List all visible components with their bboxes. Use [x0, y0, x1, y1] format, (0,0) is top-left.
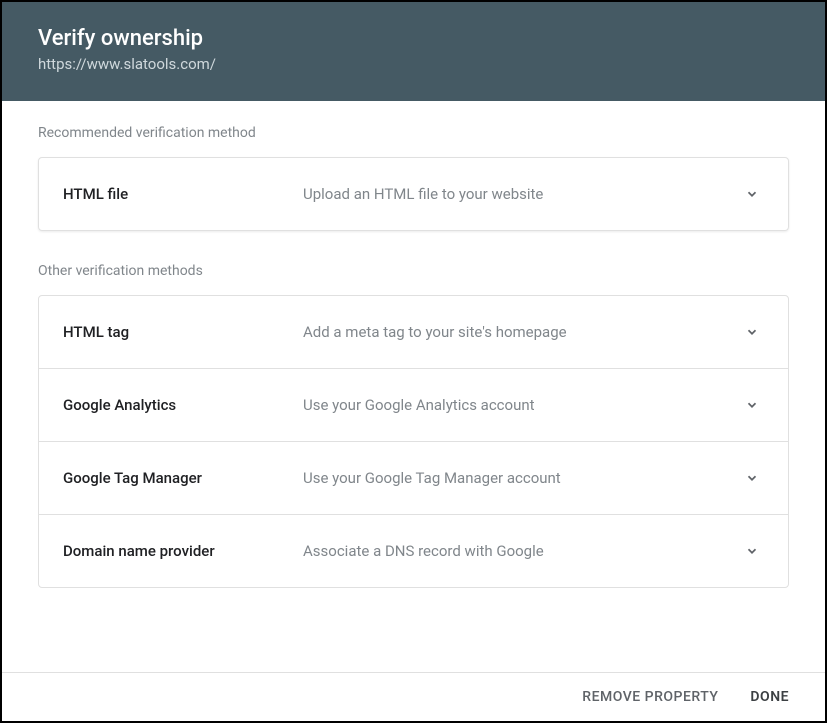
dialog-header: Verify ownership https://www.slatools.co… [2, 2, 825, 101]
other-methods-panel: HTML tag Add a meta tag to your site's h… [38, 295, 789, 588]
method-html-file[interactable]: HTML file Upload an HTML file to your we… [39, 158, 788, 230]
recommended-panel: HTML file Upload an HTML file to your we… [38, 157, 789, 231]
other-section-label: Other verification methods [38, 263, 789, 279]
method-title: Google Analytics [63, 396, 303, 414]
remove-property-button[interactable]: REMOVE PROPERTY [582, 689, 718, 705]
recommended-section-label: Recommended verification method [38, 125, 789, 141]
method-google-analytics[interactable]: Google Analytics Use your Google Analyti… [39, 369, 788, 442]
chevron-down-icon [740, 182, 764, 206]
chevron-down-icon [740, 466, 764, 490]
chevron-down-icon [740, 320, 764, 344]
dialog-subtitle: https://www.slatools.com/ [38, 55, 789, 73]
method-desc: Upload an HTML file to your website [303, 185, 740, 203]
method-desc: Associate a DNS record with Google [303, 542, 740, 560]
method-title: Domain name provider [63, 542, 303, 560]
method-html-tag[interactable]: HTML tag Add a meta tag to your site's h… [39, 296, 788, 369]
done-button[interactable]: DONE [750, 689, 789, 705]
dialog-content: Recommended verification method HTML fil… [2, 101, 825, 672]
method-google-tag-manager[interactable]: Google Tag Manager Use your Google Tag M… [39, 442, 788, 515]
method-title: HTML tag [63, 323, 303, 341]
method-title: HTML file [63, 185, 303, 203]
chevron-down-icon [740, 393, 764, 417]
method-desc: Use your Google Analytics account [303, 396, 740, 414]
dialog-title: Verify ownership [38, 26, 789, 51]
method-desc: Use your Google Tag Manager account [303, 469, 740, 487]
dialog-footer: REMOVE PROPERTY DONE [2, 672, 825, 721]
chevron-down-icon [740, 539, 764, 563]
method-desc: Add a meta tag to your site's homepage [303, 323, 740, 341]
method-domain-name-provider[interactable]: Domain name provider Associate a DNS rec… [39, 515, 788, 587]
method-title: Google Tag Manager [63, 469, 303, 487]
